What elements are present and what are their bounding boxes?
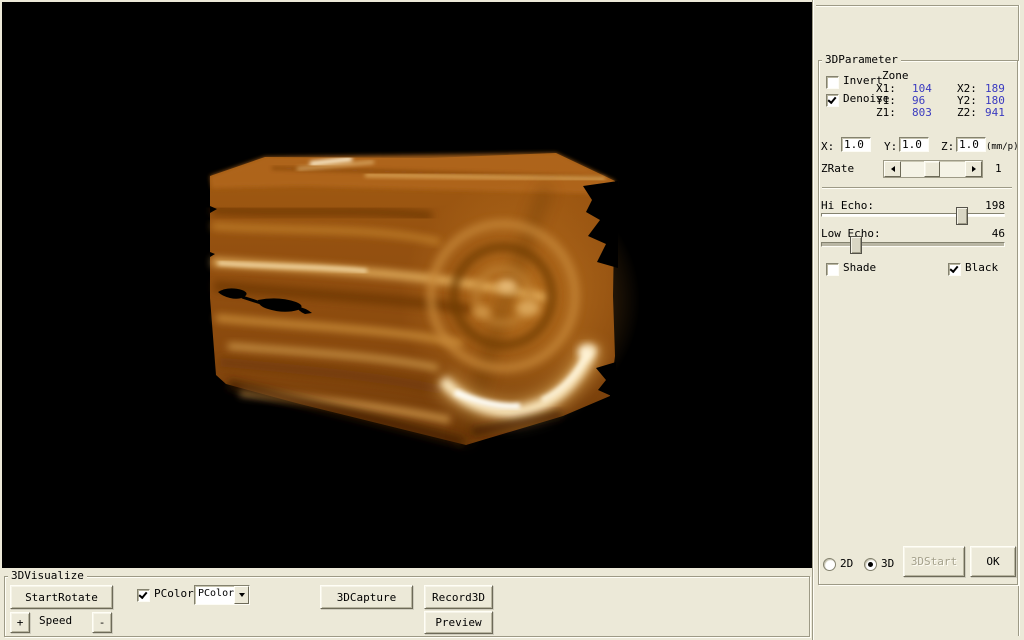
black-label: Black [965,262,998,274]
scale-x-label: X: [821,141,834,153]
arrow-right-icon [972,166,976,172]
parameter-panel-title: 3DParameter [822,54,901,66]
zone-z1-label: Z1: [876,107,896,119]
render-viewport[interactable] [2,2,812,568]
invert-checkbox[interactable] [826,76,839,89]
zrate-scroll-right-button[interactable] [965,161,982,177]
zrate-label: ZRate [821,163,854,175]
3dstart-button[interactable]: 3DStart [903,546,965,577]
zrate-scroll-left-button[interactable] [884,161,901,177]
speed-minus-button[interactable]: - [92,612,112,633]
low-echo-value: 46 [963,228,1005,240]
pcolor-checkbox[interactable] [137,589,150,602]
parameter-separator [822,187,1012,189]
ok-button[interactable]: OK [970,546,1016,577]
shade-label: Shade [843,262,876,274]
speed-label: Speed [39,615,72,627]
scale-x-input[interactable] [841,137,871,152]
start-rotate-button[interactable]: StartRotate [10,585,113,609]
pcolor-dropdown[interactable]: PColor [194,585,250,605]
scale-z-input[interactable] [956,137,986,152]
low-echo-slider-thumb[interactable] [850,236,862,254]
mode-3d-label: 3D [881,558,894,570]
record3d-button[interactable]: Record3D [424,585,493,609]
chevron-down-icon [239,593,245,597]
ultrasound-volume [2,2,812,568]
low-echo-slider-track[interactable] [821,242,1005,247]
scale-z-label: Z: [941,141,954,153]
right-panel-edge-groove [1018,5,1020,636]
pcolor-label: PColor [154,588,194,600]
mode-2d-label: 2D [840,558,853,570]
scale-y-input[interactable] [899,137,929,152]
speed-plus-button[interactable]: + [10,612,30,633]
3dcapture-button[interactable]: 3DCapture [320,585,413,609]
right-panel-top-groove [816,5,1018,7]
mode-2d-radio[interactable] [823,558,836,571]
zone-z1-value: 803 [912,107,932,119]
pcolor-dropdown-value: PColor [198,588,234,600]
ultrasound-3d-app: 3DParameter Invert Denoise Zone X1: 104 … [0,0,1024,640]
arrow-left-icon [891,166,895,172]
hi-echo-value: 198 [963,200,1005,212]
pcolor-dropdown-button[interactable] [234,586,249,604]
zone-label: Zone [882,70,909,82]
hi-echo-slider-thumb[interactable] [956,207,968,225]
zrate-value: 1 [995,163,1002,175]
hi-echo-label: Hi Echo: [821,200,874,212]
mode-3d-radio[interactable] [864,558,877,571]
hi-echo-slider-track[interactable] [821,213,1005,217]
shade-checkbox[interactable] [826,263,839,276]
preview-button[interactable]: Preview [424,611,493,634]
panel-divider [812,0,814,640]
zrate-scrollbar[interactable] [883,160,983,178]
black-checkbox[interactable] [948,263,961,276]
denoise-checkbox[interactable] [826,94,839,107]
zone-z2-value: 941 [985,107,1005,119]
visualize-panel-title: 3DVisualize [8,570,87,582]
scale-unit-label: (mm/p) [986,141,1019,153]
scale-y-label: Y: [884,141,897,153]
zone-z2-label: Z2: [957,107,977,119]
zrate-scrollbar-thumb[interactable] [924,161,940,177]
